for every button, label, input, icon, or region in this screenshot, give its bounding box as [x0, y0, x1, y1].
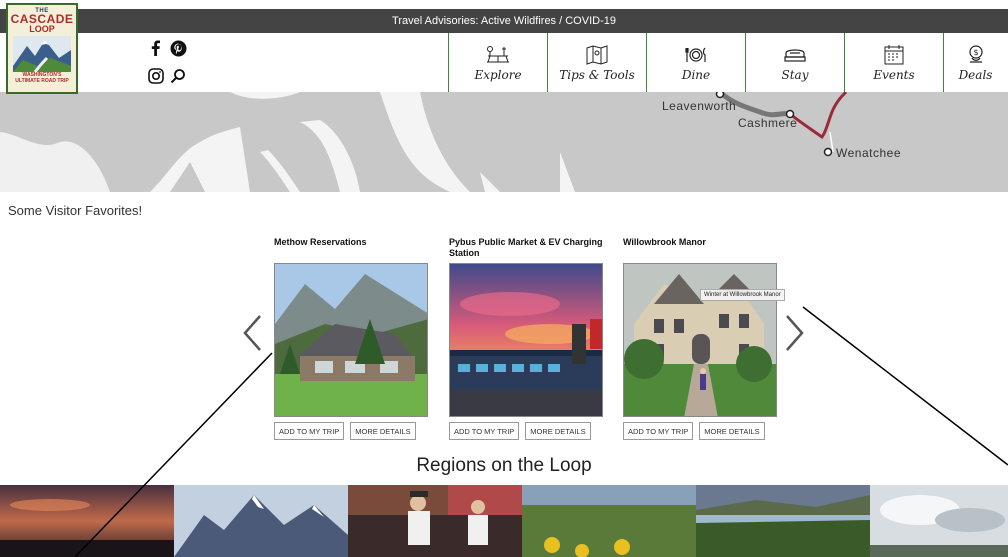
region-image[interactable] — [522, 485, 696, 557]
nav-label: Deals — [958, 67, 993, 82]
regions-strip — [0, 485, 1008, 557]
pinterest-icon[interactable] — [169, 39, 187, 57]
region-image[interactable] — [174, 485, 348, 557]
svg-text:$: $ — [973, 48, 978, 57]
favorite-card: Pybus Public Market & EV Charging Statio… — [449, 237, 603, 440]
favorites-heading: Some Visitor Favorites! — [8, 203, 143, 218]
site-header: Explore Tips & Tools Dine Stay Events $ … — [0, 33, 1008, 92]
map-city-wenatchee: Wenatchee — [836, 146, 901, 160]
bed-icon — [784, 48, 806, 62]
loop-map[interactable]: Leavenworth Cashmere Wenatchee — [0, 92, 1008, 192]
nav-deals[interactable]: $ Deals — [943, 33, 1007, 92]
card-title[interactable]: Methow Reservations — [274, 237, 428, 263]
carousel-next-arrow[interactable] — [783, 313, 807, 353]
card-title[interactable]: Willowbrook Manor — [623, 237, 777, 263]
more-details-button[interactable]: MORE DETAILS — [699, 422, 765, 440]
search-icon[interactable] — [169, 67, 187, 85]
coin-pin-icon: $ — [968, 44, 983, 63]
facebook-icon[interactable] — [147, 39, 165, 57]
region-image[interactable] — [0, 485, 174, 557]
chevron-left-icon — [243, 315, 261, 351]
more-details-button[interactable]: MORE DETAILS — [350, 422, 416, 440]
nav-label: Explore — [474, 67, 522, 82]
add-to-trip-button[interactable]: ADD TO MY TRIP — [623, 422, 694, 440]
travel-advisory-bar[interactable]: Travel Advisories: Active Wildfires / CO… — [0, 9, 1008, 33]
travel-advisory-link[interactable]: Travel Advisories: Active Wildfires / CO… — [392, 15, 616, 27]
map-icon — [586, 44, 608, 65]
instagram-icon[interactable] — [147, 67, 165, 85]
add-to-trip-button[interactable]: ADD TO MY TRIP — [274, 422, 345, 440]
mountain-logo-icon — [13, 36, 71, 72]
map-graphic — [0, 92, 848, 192]
picnic-table-icon — [487, 45, 509, 62]
favorite-card: Methow Reservations ADD TO MY TRIP MORE … — [274, 237, 428, 440]
nav-events[interactable]: Events — [844, 33, 943, 92]
nav-dine[interactable]: Dine — [646, 33, 745, 92]
image-tooltip: Winter at Willowbrook Manor — [700, 289, 785, 301]
card-image-willowbrook[interactable] — [623, 263, 777, 417]
map-city-cashmere: Cashmere — [738, 116, 798, 130]
regions-heading: Regions on the Loop — [416, 455, 592, 476]
region-image[interactable] — [696, 485, 870, 557]
region-image[interactable] — [348, 485, 522, 557]
logo-text: LOOP — [29, 24, 55, 34]
dining-icon — [685, 47, 706, 62]
add-to-trip-button[interactable]: ADD TO MY TRIP — [449, 422, 520, 440]
nav-label: Events — [873, 67, 915, 82]
nav-explore[interactable]: Explore — [448, 33, 547, 92]
nav-tips-tools[interactable]: Tips & Tools — [547, 33, 646, 92]
card-image-pybus[interactable] — [449, 263, 603, 417]
nav-stay[interactable]: Stay — [745, 33, 844, 92]
social-links — [145, 37, 189, 89]
calendar-icon — [884, 44, 904, 64]
chevron-right-icon — [786, 315, 804, 351]
main-nav: Explore Tips & Tools Dine Stay Events $ … — [448, 33, 1007, 92]
nav-label: Tips & Tools — [559, 67, 635, 82]
carousel-prev-arrow[interactable] — [240, 313, 264, 353]
region-image[interactable] — [870, 485, 1008, 557]
favorite-card: Willowbrook Manor ADD TO MY TRIP MORE DE… — [623, 237, 777, 440]
nav-label: Dine — [681, 67, 711, 82]
card-image-methow[interactable] — [274, 263, 428, 417]
nav-label: Stay — [781, 67, 809, 82]
map-city-leavenworth: Leavenworth — [662, 99, 737, 113]
card-title[interactable]: Pybus Public Market & EV Charging Statio… — [449, 237, 603, 263]
logo-text: ULTIMATE ROAD TRIP — [15, 78, 69, 84]
more-details-button[interactable]: MORE DETAILS — [525, 422, 591, 440]
cascade-loop-logo[interactable]: THE CASCADE LOOP WASHINGTON'S ULTIMATE R… — [6, 3, 78, 94]
